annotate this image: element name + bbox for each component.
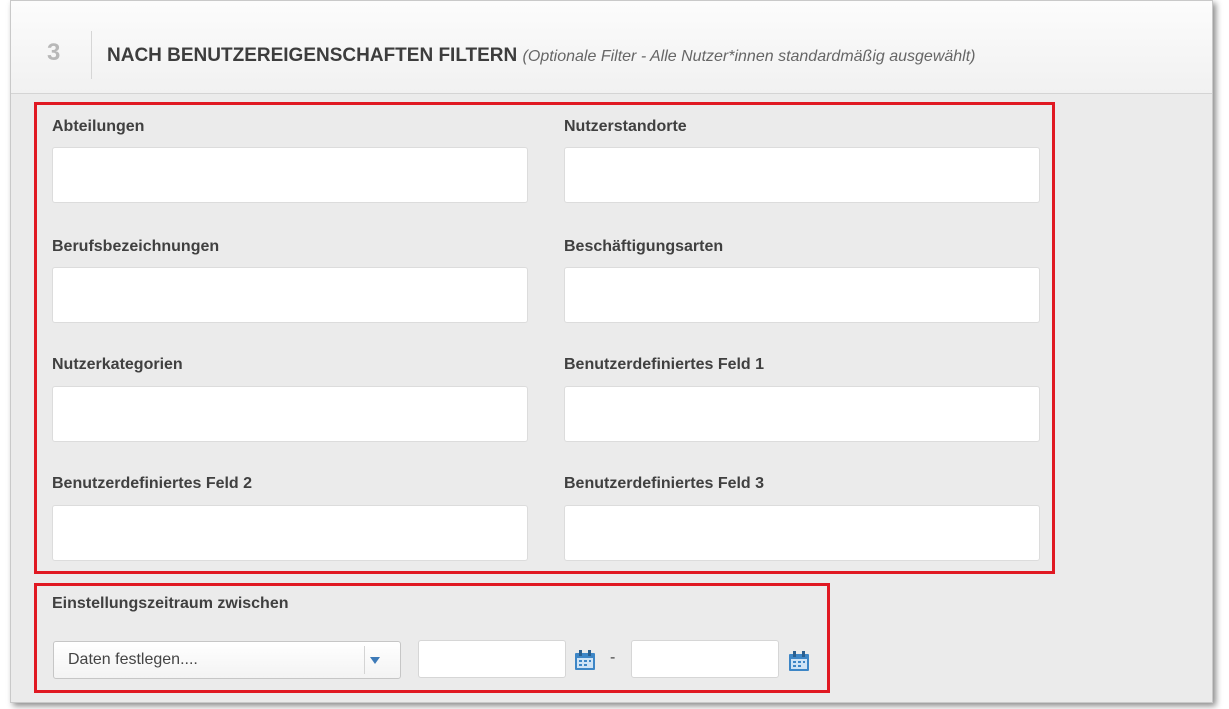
section-header: 3 NACH BENUTZEREIGENSCHAFTEN FILTERN (Op… <box>11 1 1212 94</box>
filter-panel: 3 NACH BENUTZEREIGENSCHAFTEN FILTERN (Op… <box>10 0 1213 703</box>
section-title-text: NACH BENUTZEREIGENSCHAFTEN FILTERN <box>107 45 518 66</box>
section-title: NACH BENUTZEREIGENSCHAFTEN FILTERN (Opti… <box>107 45 976 67</box>
step-number: 3 <box>47 39 61 66</box>
header-divider <box>91 31 92 79</box>
properties-highlight-box <box>34 102 1055 574</box>
hire-period-highlight-box <box>34 583 830 693</box>
section-subtitle: (Optionale Filter - Alle Nutzer*innen st… <box>522 48 976 65</box>
